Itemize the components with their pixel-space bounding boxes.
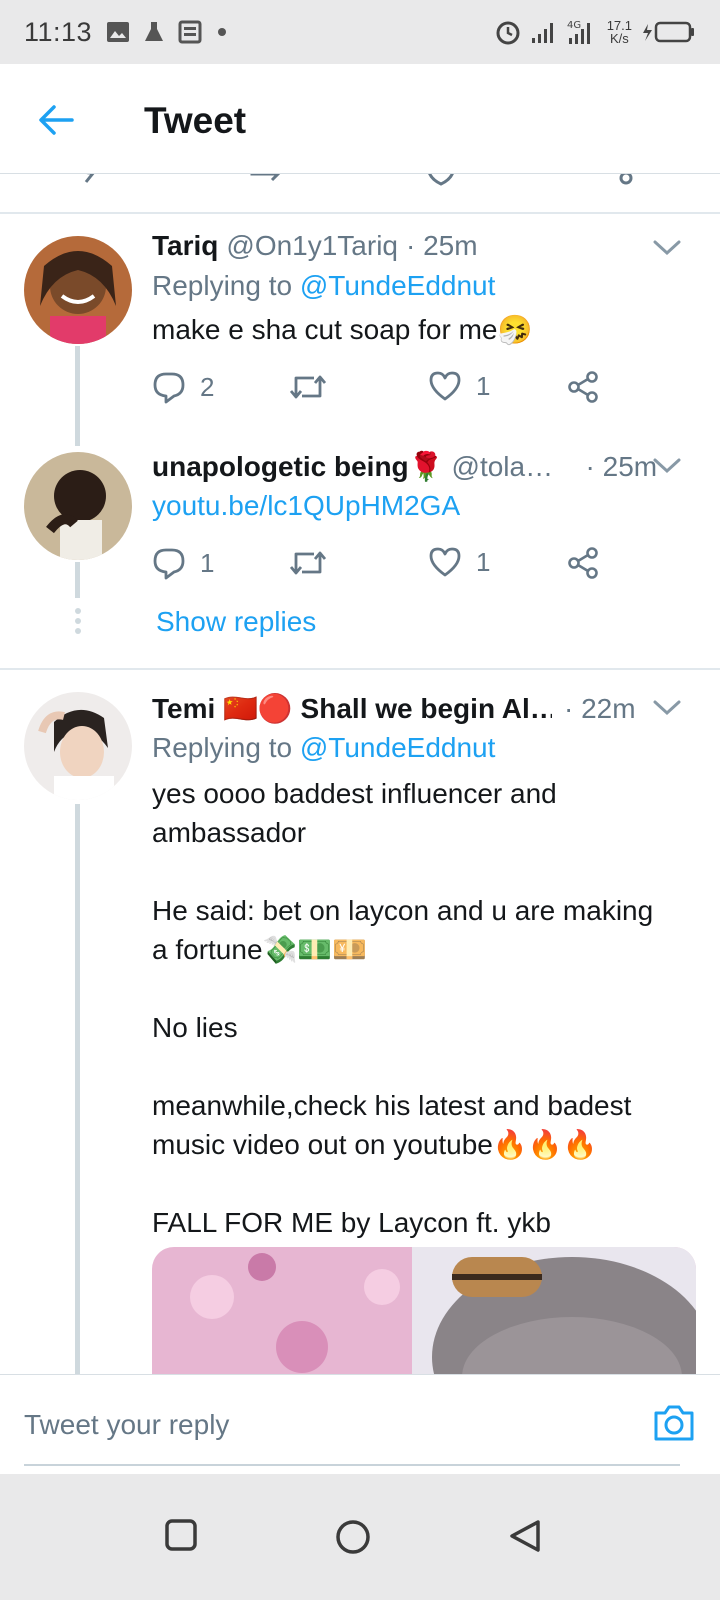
like-count: 1 — [476, 546, 491, 577]
reply-input[interactable]: Tweet your reply — [24, 1409, 229, 1441]
svg-text:4G: 4G — [567, 20, 581, 31]
reply-button[interactable]: 2 — [152, 370, 214, 404]
heart-icon — [429, 547, 461, 577]
tweet-link[interactable]: youtu.be/lc1QUpHM2GA — [152, 490, 696, 522]
system-nav-bar — [0, 1474, 720, 1600]
reply-tweet[interactable]: unapologetic being🌹 @tola… · 25m youtu.b… — [0, 450, 720, 670]
retweet-button[interactable] — [288, 546, 342, 580]
tweet-time: · 25m — [406, 230, 478, 261]
recents-square-icon[interactable] — [164, 1518, 198, 1552]
tweet-text: make e sha cut soap for me🤧 — [152, 314, 533, 345]
network-speed: 17.1 K/s — [606, 18, 632, 46]
image-icon — [107, 22, 130, 42]
flask-icon — [145, 22, 164, 41]
main-tweet-actions-cutoff — [0, 174, 720, 214]
author-name[interactable]: Temi 🇨🇳🔴 Shall we begin Al… — [152, 692, 552, 725]
avatar[interactable] — [24, 692, 132, 800]
heart-icon — [429, 371, 461, 401]
show-replies-link[interactable]: Show replies — [156, 606, 316, 638]
arrow-left-icon[interactable] — [36, 100, 76, 140]
replying-to: Replying to @TundeEddnut — [152, 270, 496, 301]
reply-icon[interactable] — [78, 174, 108, 186]
news-icon — [178, 20, 202, 44]
retweet-icon — [289, 375, 327, 399]
reply-composer: Tweet your reply — [0, 1374, 720, 1474]
reply-icon — [153, 372, 185, 404]
battery-charging-icon — [643, 21, 694, 43]
dot-icon — [218, 28, 227, 36]
chevron-down-icon[interactable] — [652, 238, 682, 258]
tweet-time: · 25m — [585, 451, 658, 482]
author-handle[interactable]: @On1y1Tariq — [226, 230, 398, 262]
page-title: Tweet — [144, 100, 247, 141]
author-name[interactable]: Tariq — [152, 230, 218, 262]
reply-count: 1 — [200, 547, 215, 578]
reply-tweet[interactable]: Tariq @On1y1Tariq · 25m Replying to @Tun… — [0, 230, 720, 450]
like-button[interactable]: 1 — [428, 546, 490, 578]
author-name[interactable]: unapologetic being🌹 — [152, 450, 444, 483]
retweet-icon — [289, 551, 327, 575]
share-button[interactable] — [566, 546, 600, 580]
signal-4g-icon: 4G — [567, 20, 590, 44]
retweet-button[interactable] — [288, 370, 342, 404]
tweet-actions: 1 1 — [152, 546, 612, 586]
reply-icon — [153, 548, 185, 580]
camera-icon[interactable] — [652, 1403, 696, 1443]
status-time: 11:13 — [24, 16, 93, 47]
thread-line — [75, 804, 80, 1374]
like-button[interactable]: 1 — [428, 370, 490, 402]
tweet-actions: 2 1 — [152, 370, 612, 410]
tweet-time: · 22m — [564, 693, 636, 724]
divider — [0, 212, 720, 214]
reply-button[interactable]: 1 — [152, 546, 214, 580]
alarm-icon — [496, 21, 520, 45]
share-icon[interactable] — [616, 174, 636, 188]
share-icon — [568, 547, 598, 579]
replying-to: Replying to @TundeEddnut — [152, 732, 496, 763]
thread-dots — [74, 608, 82, 638]
thread-line — [75, 562, 80, 598]
status-bar: 11:13 4G 17.1 K/s — [0, 0, 720, 64]
back-triangle-icon[interactable] — [508, 1518, 542, 1554]
like-icon[interactable] — [426, 174, 456, 186]
mention-link[interactable]: @TundeEddnut — [300, 732, 496, 763]
share-button[interactable] — [566, 370, 600, 404]
tweet-media-image[interactable] — [152, 1247, 696, 1374]
retweet-icon[interactable] — [248, 174, 292, 186]
chevron-down-icon[interactable] — [652, 698, 682, 718]
home-circle-icon[interactable] — [334, 1518, 372, 1556]
like-count: 1 — [476, 370, 491, 401]
input-underline — [24, 1464, 680, 1466]
signal-icon — [531, 23, 553, 43]
share-icon — [568, 371, 598, 403]
reply-tweet[interactable]: Temi 🇨🇳🔴 Shall we begin Al… · 22m Replyi… — [0, 692, 720, 1374]
divider — [0, 668, 720, 670]
author-handle[interactable]: @tola… — [452, 451, 570, 483]
tweet-text: yes oooo baddest influencer and ambassad… — [152, 778, 654, 1238]
avatar[interactable] — [24, 236, 132, 344]
mention-link[interactable]: @TundeEddnut — [300, 270, 496, 301]
reply-count: 2 — [200, 371, 215, 402]
chevron-down-icon[interactable] — [652, 456, 682, 476]
thread-line — [75, 346, 80, 446]
app-bar: Tweet — [0, 64, 720, 174]
avatar[interactable] — [24, 452, 132, 560]
